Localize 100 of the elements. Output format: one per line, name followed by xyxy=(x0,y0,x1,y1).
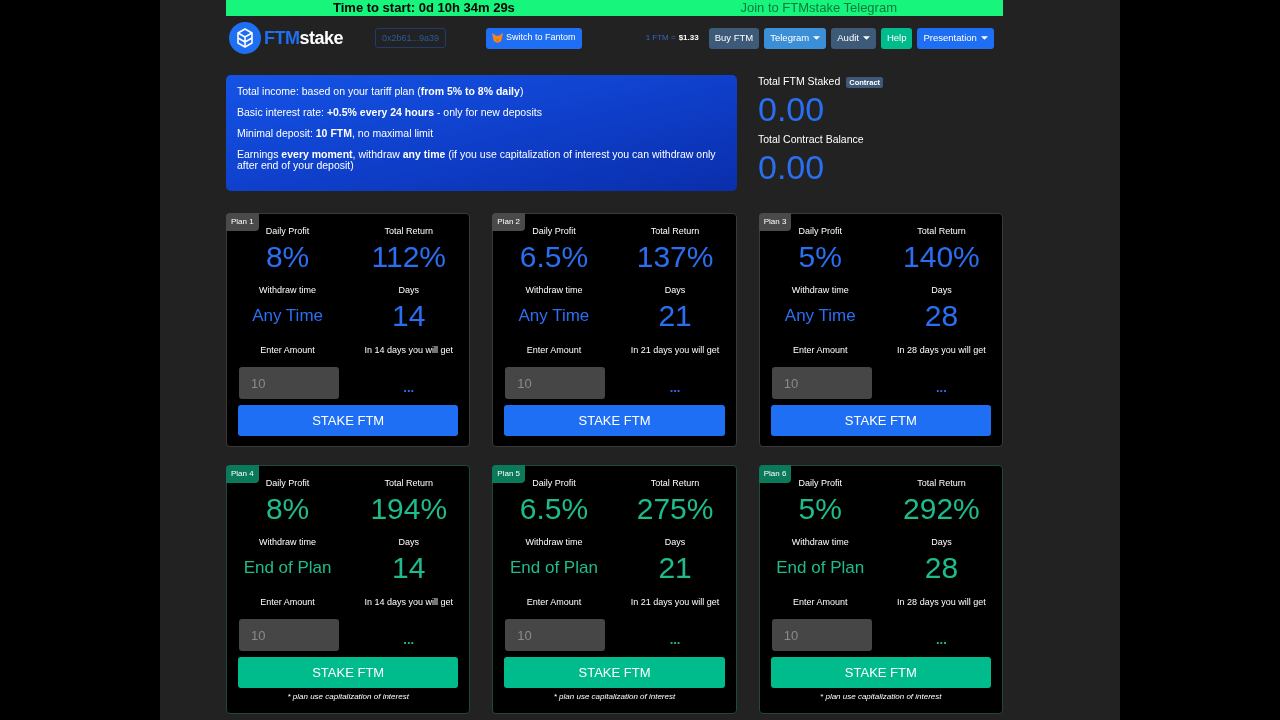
withdraw-time-label: Withdraw time xyxy=(791,284,849,297)
withdraw-time-label: Withdraw time xyxy=(525,284,583,297)
total-return-value: 275% xyxy=(636,491,714,527)
total-return-value: 194% xyxy=(370,491,448,527)
plan-tag: Plan 5 xyxy=(492,465,525,483)
daily-profit-label: Daily Profit xyxy=(265,225,310,238)
days-label: Days xyxy=(931,536,952,549)
days-value: 28 xyxy=(924,298,959,334)
days-value: 21 xyxy=(658,298,692,334)
daily-profit-value: 8% xyxy=(265,491,310,527)
withdraw-time-value: Any Time xyxy=(252,305,323,327)
stat-label: Total Contract Balance xyxy=(758,132,864,148)
daily-profit-value: 5% xyxy=(798,239,842,275)
plan-tag: Plan 1 xyxy=(226,213,259,231)
withdraw-time-value: End of Plan xyxy=(509,557,598,579)
daily-profit-label: Daily Profit xyxy=(532,225,576,238)
stat-value: 0.00 xyxy=(758,89,826,129)
amount-input[interactable]: 10 xyxy=(239,367,339,399)
withdraw-time-value: Any Time xyxy=(784,305,856,327)
daily-profit-value: 6.5% xyxy=(519,239,589,275)
result-value: ... xyxy=(935,633,947,647)
countdown-text: Time to start: 0d 10h 34m 29s xyxy=(333,0,515,16)
switch-network-button[interactable]: Switch to Fantom xyxy=(486,27,582,49)
amount-input[interactable]: 10 xyxy=(771,367,872,399)
daily-profit-value: 5% xyxy=(798,491,842,527)
result-label: In 21 days you will get xyxy=(630,344,720,357)
amount-input[interactable]: 10 xyxy=(505,619,606,651)
info-text: Minimal deposit: 10 FTM, no maximal limit xyxy=(237,128,435,139)
days-label: Days xyxy=(931,284,952,297)
days-value: 28 xyxy=(924,550,959,586)
result-value: ... xyxy=(669,381,681,395)
total-return-value: 140% xyxy=(903,239,980,275)
enter-amount-label: Enter Amount xyxy=(526,344,582,357)
plan-tag: Plan 2 xyxy=(492,213,525,231)
result-value: ... xyxy=(935,381,947,395)
telegram-link[interactable]: Join to FTMstake Telegram xyxy=(740,0,897,16)
withdraw-time-value: End of Plan xyxy=(776,557,865,579)
stake-button[interactable]: STAKE FTM xyxy=(770,657,991,688)
info-text: Earnings every moment, withdraw any time (if you use capitalization of interest you can withdraw only after end of your deposit) xyxy=(237,149,717,171)
enter-amount-label: Enter Amount xyxy=(792,596,848,609)
withdraw-time-value: End of Plan xyxy=(243,557,332,579)
plan-footnote: * plan use capitalization of interest xyxy=(287,691,409,703)
stake-button[interactable]: STAKE FTM xyxy=(770,405,991,436)
stat-label: Total FTM Staked xyxy=(758,74,841,90)
result-label: In 28 days you will get xyxy=(897,344,986,357)
result-label: In 14 days you will get xyxy=(364,596,453,609)
withdraw-time-label: Withdraw time xyxy=(525,536,583,549)
withdraw-time-value: Any Time xyxy=(518,305,590,327)
price-value: $1.33 xyxy=(678,32,699,44)
total-return-label: Total Return xyxy=(650,477,700,490)
days-label: Days xyxy=(664,536,686,549)
stake-button[interactable]: STAKE FTM xyxy=(504,405,725,436)
dropdown-button[interactable]: Presentation xyxy=(917,27,994,49)
total-return-value: 292% xyxy=(903,491,980,527)
total-return-label: Total Return xyxy=(384,477,433,490)
result-value: ... xyxy=(403,633,415,647)
days-value: 14 xyxy=(392,550,426,586)
result-label: In 21 days you will get xyxy=(630,596,720,609)
stat-value: 0.00 xyxy=(758,147,826,187)
total-return-label: Total Return xyxy=(917,477,966,490)
total-return-value: 112% xyxy=(371,239,446,275)
daily-profit-label: Daily Profit xyxy=(798,225,842,238)
info-text: Total income: based on your tariff plan (from 5% to 8% daily) xyxy=(237,86,525,97)
dropdown-button[interactable]: Audit xyxy=(831,27,876,49)
logo-icon xyxy=(229,22,261,54)
stake-button[interactable]: STAKE FTM xyxy=(238,657,459,688)
result-label: In 28 days you will get xyxy=(897,596,986,609)
withdraw-time-label: Withdraw time xyxy=(791,536,849,549)
withdraw-time-label: Withdraw time xyxy=(259,536,317,549)
amount-input[interactable]: 10 xyxy=(239,619,339,651)
enter-amount-label: Enter Amount xyxy=(526,596,582,609)
plan-tag: Plan 3 xyxy=(758,213,792,231)
daily-profit-label: Daily Profit xyxy=(532,477,576,490)
days-label: Days xyxy=(398,536,419,549)
amount-input[interactable]: 10 xyxy=(771,619,872,651)
daily-profit-label: Daily Profit xyxy=(265,477,310,490)
daily-profit-value: 6.5% xyxy=(519,491,589,527)
plan-tag: Plan 4 xyxy=(226,465,259,483)
enter-amount-label: Enter Amount xyxy=(792,344,848,357)
nav-button[interactable]: Help xyxy=(880,27,913,49)
plan-footnote: * plan use capitalization of interest xyxy=(820,691,942,703)
plan-tag: Plan 6 xyxy=(758,465,792,483)
daily-profit-value: 8% xyxy=(265,239,310,275)
nav-button[interactable]: Buy FTM xyxy=(708,27,760,49)
wallet-address[interactable]: 0x2b61...9a39 xyxy=(375,28,447,48)
daily-profit-label: Daily Profit xyxy=(798,477,842,490)
total-return-label: Total Return xyxy=(650,225,700,238)
result-label: In 14 days you will get xyxy=(364,344,453,357)
logo-wordmark: FTMstake xyxy=(264,26,344,50)
enter-amount-label: Enter Amount xyxy=(260,344,315,357)
stake-button[interactable]: STAKE FTM xyxy=(238,405,459,436)
days-value: 21 xyxy=(658,550,692,586)
fox-icon xyxy=(492,33,504,43)
result-value: ... xyxy=(669,633,681,647)
price-label: 1 FTM = xyxy=(645,32,676,44)
stake-button[interactable]: STAKE FTM xyxy=(504,657,725,688)
amount-input[interactable]: 10 xyxy=(505,367,606,399)
total-return-value: 137% xyxy=(636,239,714,275)
total-return-label: Total Return xyxy=(384,225,433,238)
dropdown-button[interactable]: Telegram xyxy=(764,27,827,49)
